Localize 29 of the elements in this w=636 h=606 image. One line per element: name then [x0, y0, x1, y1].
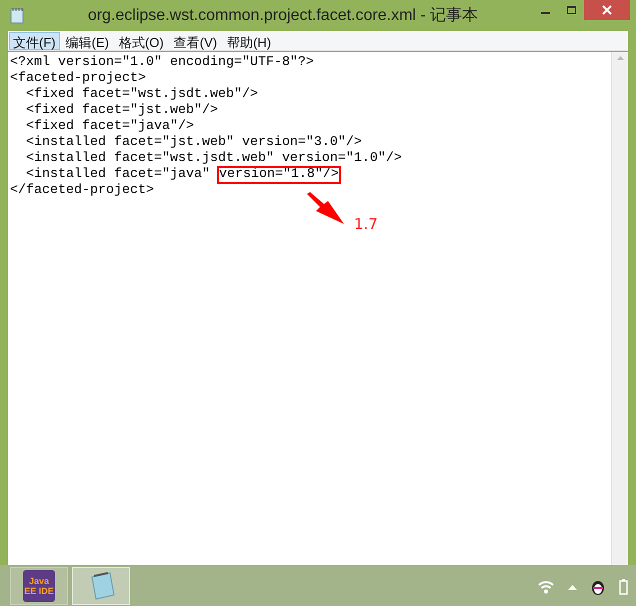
scroll-up-icon[interactable] [616, 56, 624, 60]
menu-item[interactable]: 文件(F) [9, 32, 60, 50]
menu-item[interactable]: 格式(O) [114, 32, 168, 50]
arrow-icon [306, 192, 346, 226]
taskbar-button[interactable]: Java EE IDE [10, 566, 68, 604]
caret-up-icon[interactable] [568, 584, 577, 590]
code-line: <installed facet="jst.web" version="3.0"/> [24, 135, 362, 151]
menu-item[interactable]: 帮助(H) [223, 32, 276, 50]
highlight-box: version="1.8"/> [218, 167, 340, 183]
code-line: <installed facet="java" [24, 167, 211, 183]
battery-icon[interactable] [619, 579, 628, 595]
scrollbar[interactable] [611, 52, 628, 565]
code-line: <fixed facet="java"/> [24, 119, 194, 135]
notepad-icon [10, 7, 24, 24]
code-line: <?xml version="1.0" encoding="UTF-8"?> [10, 55, 314, 71]
menu-item[interactable]: 查看(V) [170, 32, 222, 50]
window-title: org.eclipse.wst.common.project.facet.core.xml - 记事本 [88, 6, 478, 26]
code-line: <installed facet="wst.jsdt.web" version="1.0"/> [24, 151, 402, 167]
code-line: </faceted-project> [10, 183, 154, 199]
close-button[interactable] [584, 0, 630, 20]
code-line: <fixed facet="wst.jsdt.web"/> [24, 87, 258, 103]
menu-item[interactable]: 编辑(E) [62, 32, 113, 50]
code-line: <faceted-project> [10, 71, 146, 87]
code-line: <fixed facet="jst.web"/> [24, 103, 218, 119]
annotation-label: 1.7 [354, 216, 378, 232]
wifi-icon[interactable] [538, 580, 554, 594]
taskbar-button[interactable] [72, 566, 130, 604]
penguin-icon[interactable] [591, 579, 605, 595]
close-icon [602, 5, 612, 15]
